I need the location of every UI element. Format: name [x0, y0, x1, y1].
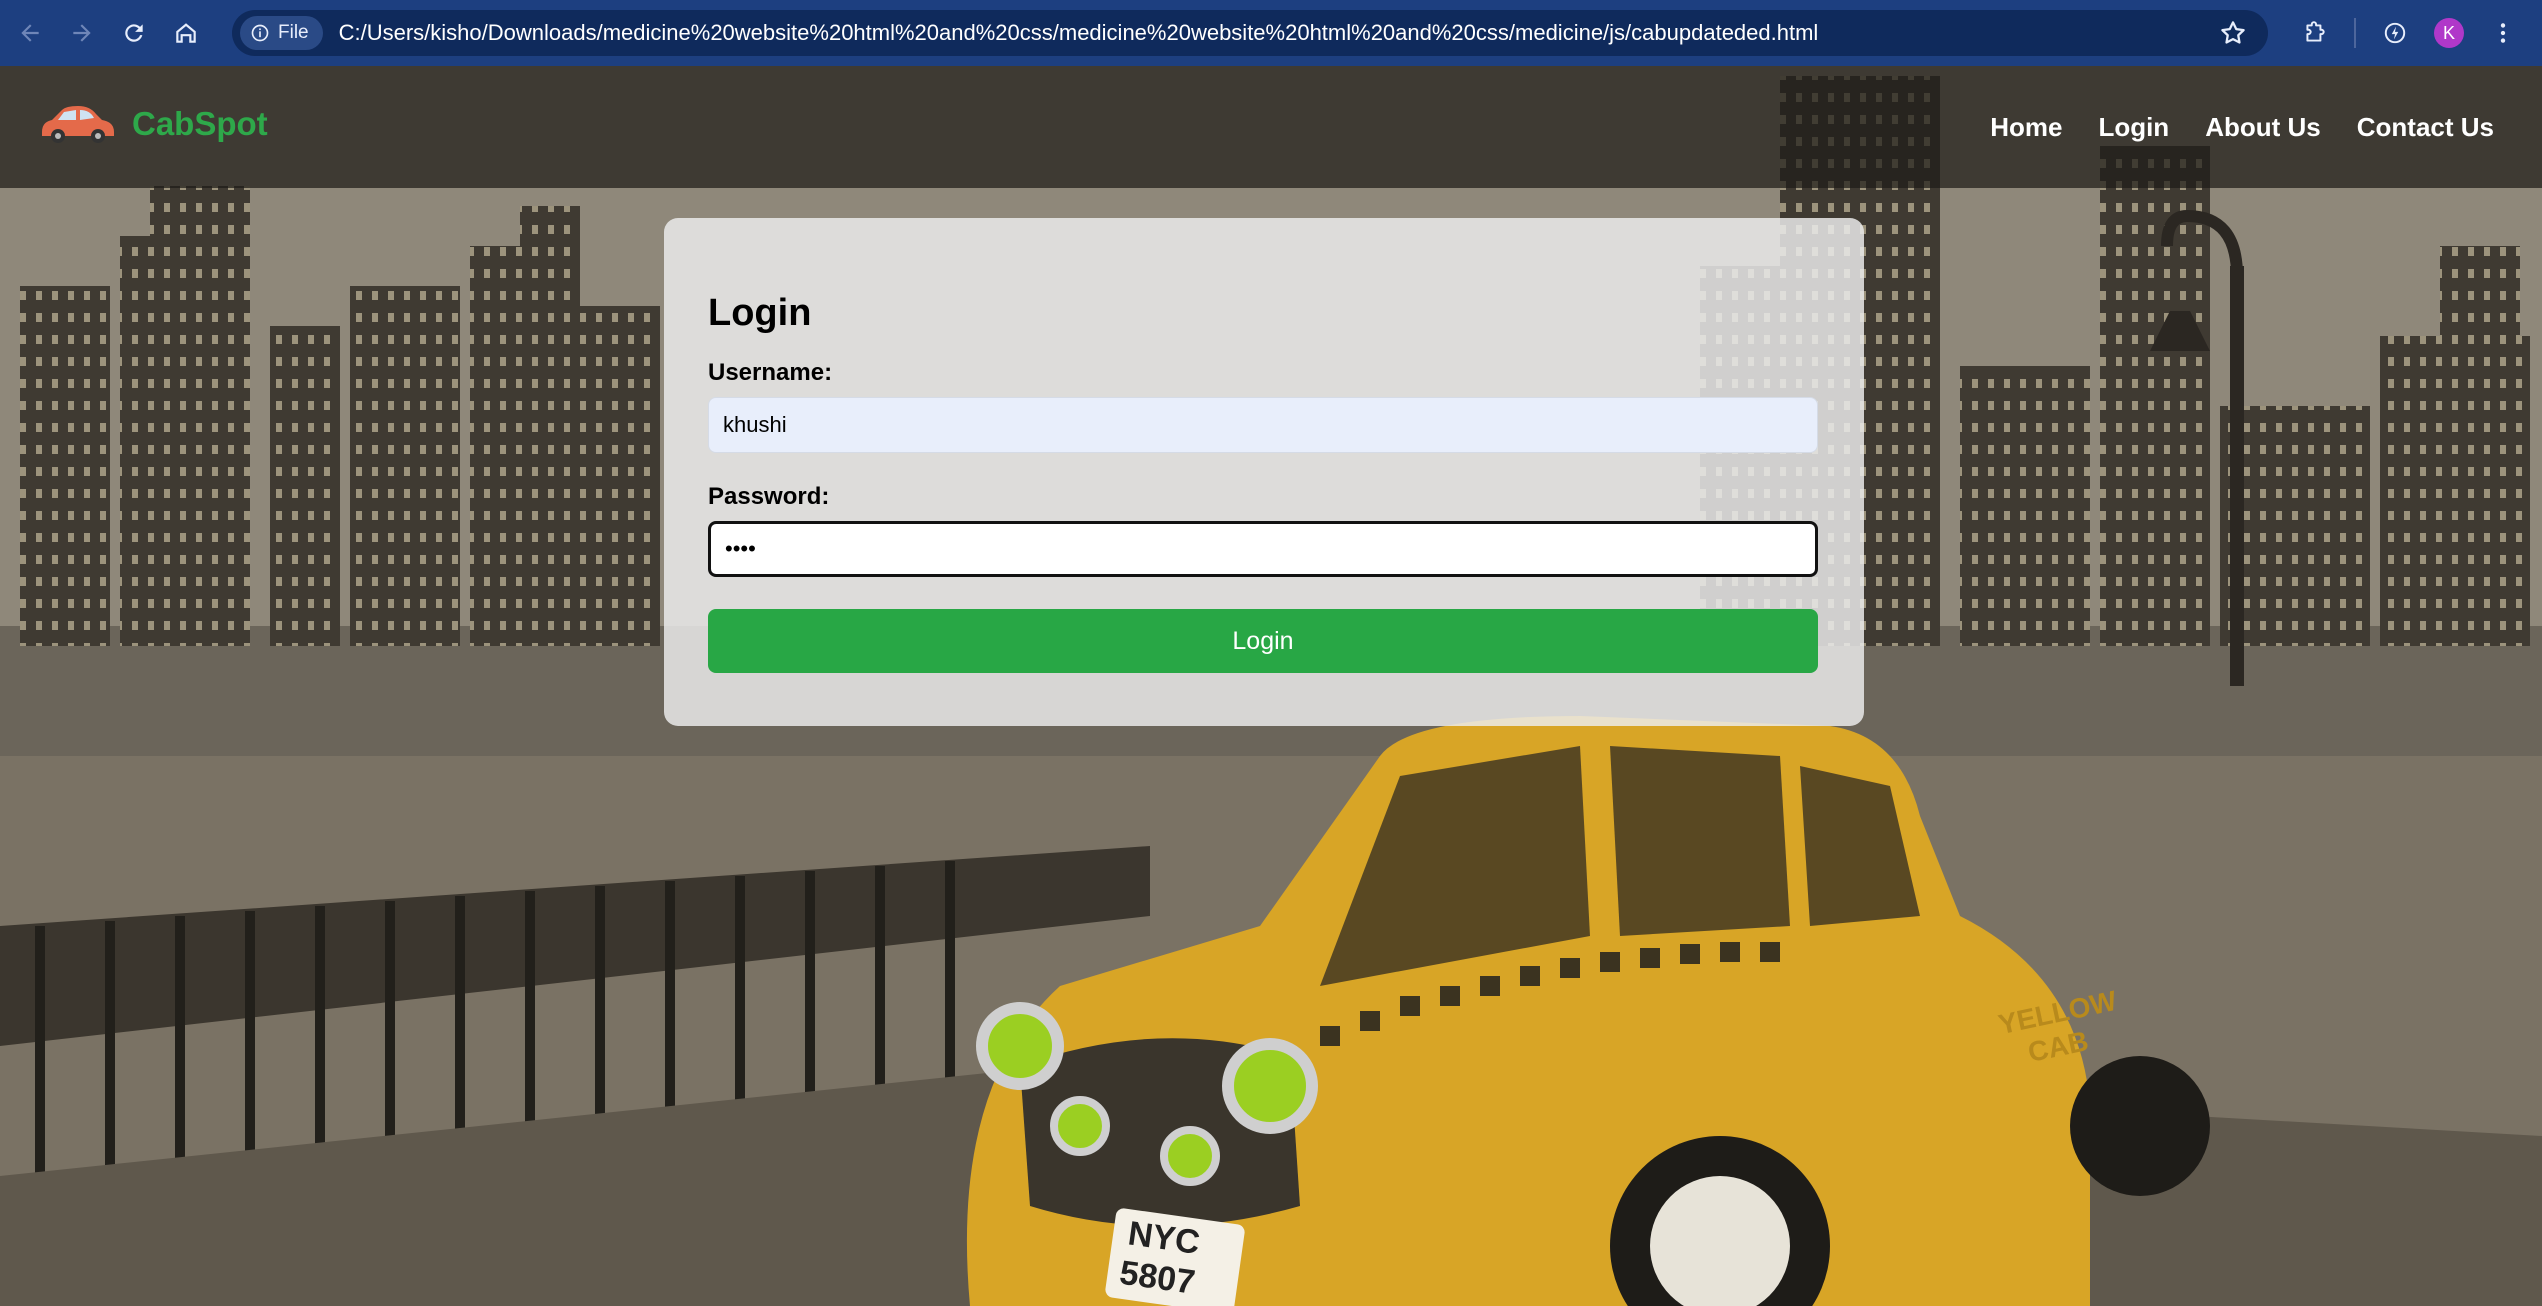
nav-link-login[interactable]: Login [2098, 112, 2169, 143]
login-form-card: Login Username: Password: Login [664, 218, 1864, 726]
site-navbar: CabSpot Home Login About Us Contact Us [0, 66, 2542, 188]
site-chip-label: File [278, 22, 309, 43]
browser-actions: K [2290, 7, 2528, 59]
password-input[interactable] [708, 521, 1818, 577]
performance-button[interactable] [2370, 7, 2420, 59]
password-label: Password: [708, 483, 830, 510]
nav-link-about-us[interactable]: About Us [2205, 112, 2321, 143]
username-input[interactable] [708, 397, 1818, 453]
home-icon [176, 23, 196, 43]
toolbar-separator [2354, 18, 2356, 48]
gauge-icon [2384, 22, 2406, 44]
login-title: Login [708, 292, 812, 334]
menu-button[interactable] [2478, 7, 2528, 59]
forward-button[interactable] [56, 7, 108, 59]
home-button[interactable] [160, 7, 212, 59]
page-viewport: NYC 5807 YELLOW CAB CabSpot Home Login A… [0, 66, 2542, 1306]
info-icon [251, 24, 269, 42]
site-info-chip[interactable]: File [240, 16, 323, 50]
username-label: Username: [708, 359, 833, 386]
browser-toolbar: File C:/Users/kisho/Downloads/medicine%2… [0, 0, 2542, 66]
arrow-left-icon [21, 24, 39, 42]
brand-logo[interactable]: CabSpot [38, 102, 268, 146]
arrow-right-icon [73, 24, 91, 42]
url-text[interactable]: C:/Users/kisho/Downloads/medicine%20webs… [339, 20, 1819, 46]
login-button[interactable]: Login [708, 609, 1818, 673]
yellow-cab-illustration: NYC 5807 YELLOW CAB [966, 716, 2210, 1306]
address-bar[interactable]: File C:/Users/kisho/Downloads/medicine%2… [232, 10, 2268, 56]
reload-icon [125, 24, 143, 42]
reload-button[interactable] [108, 7, 160, 59]
nav-link-home[interactable]: Home [1990, 112, 2062, 143]
extensions-button[interactable] [2290, 7, 2340, 59]
profile-avatar[interactable]: K [2434, 18, 2464, 48]
car-icon [42, 106, 114, 143]
puzzle-icon [2306, 21, 2325, 42]
nav-menu: Home Login About Us Contact Us [1990, 66, 2494, 188]
back-button[interactable] [4, 7, 56, 59]
bookmark-star-icon[interactable] [2218, 18, 2248, 48]
brand-name: CabSpot [132, 105, 268, 142]
nav-link-contact-us[interactable]: Contact Us [2357, 112, 2494, 143]
kebab-menu-icon [2500, 23, 2506, 43]
